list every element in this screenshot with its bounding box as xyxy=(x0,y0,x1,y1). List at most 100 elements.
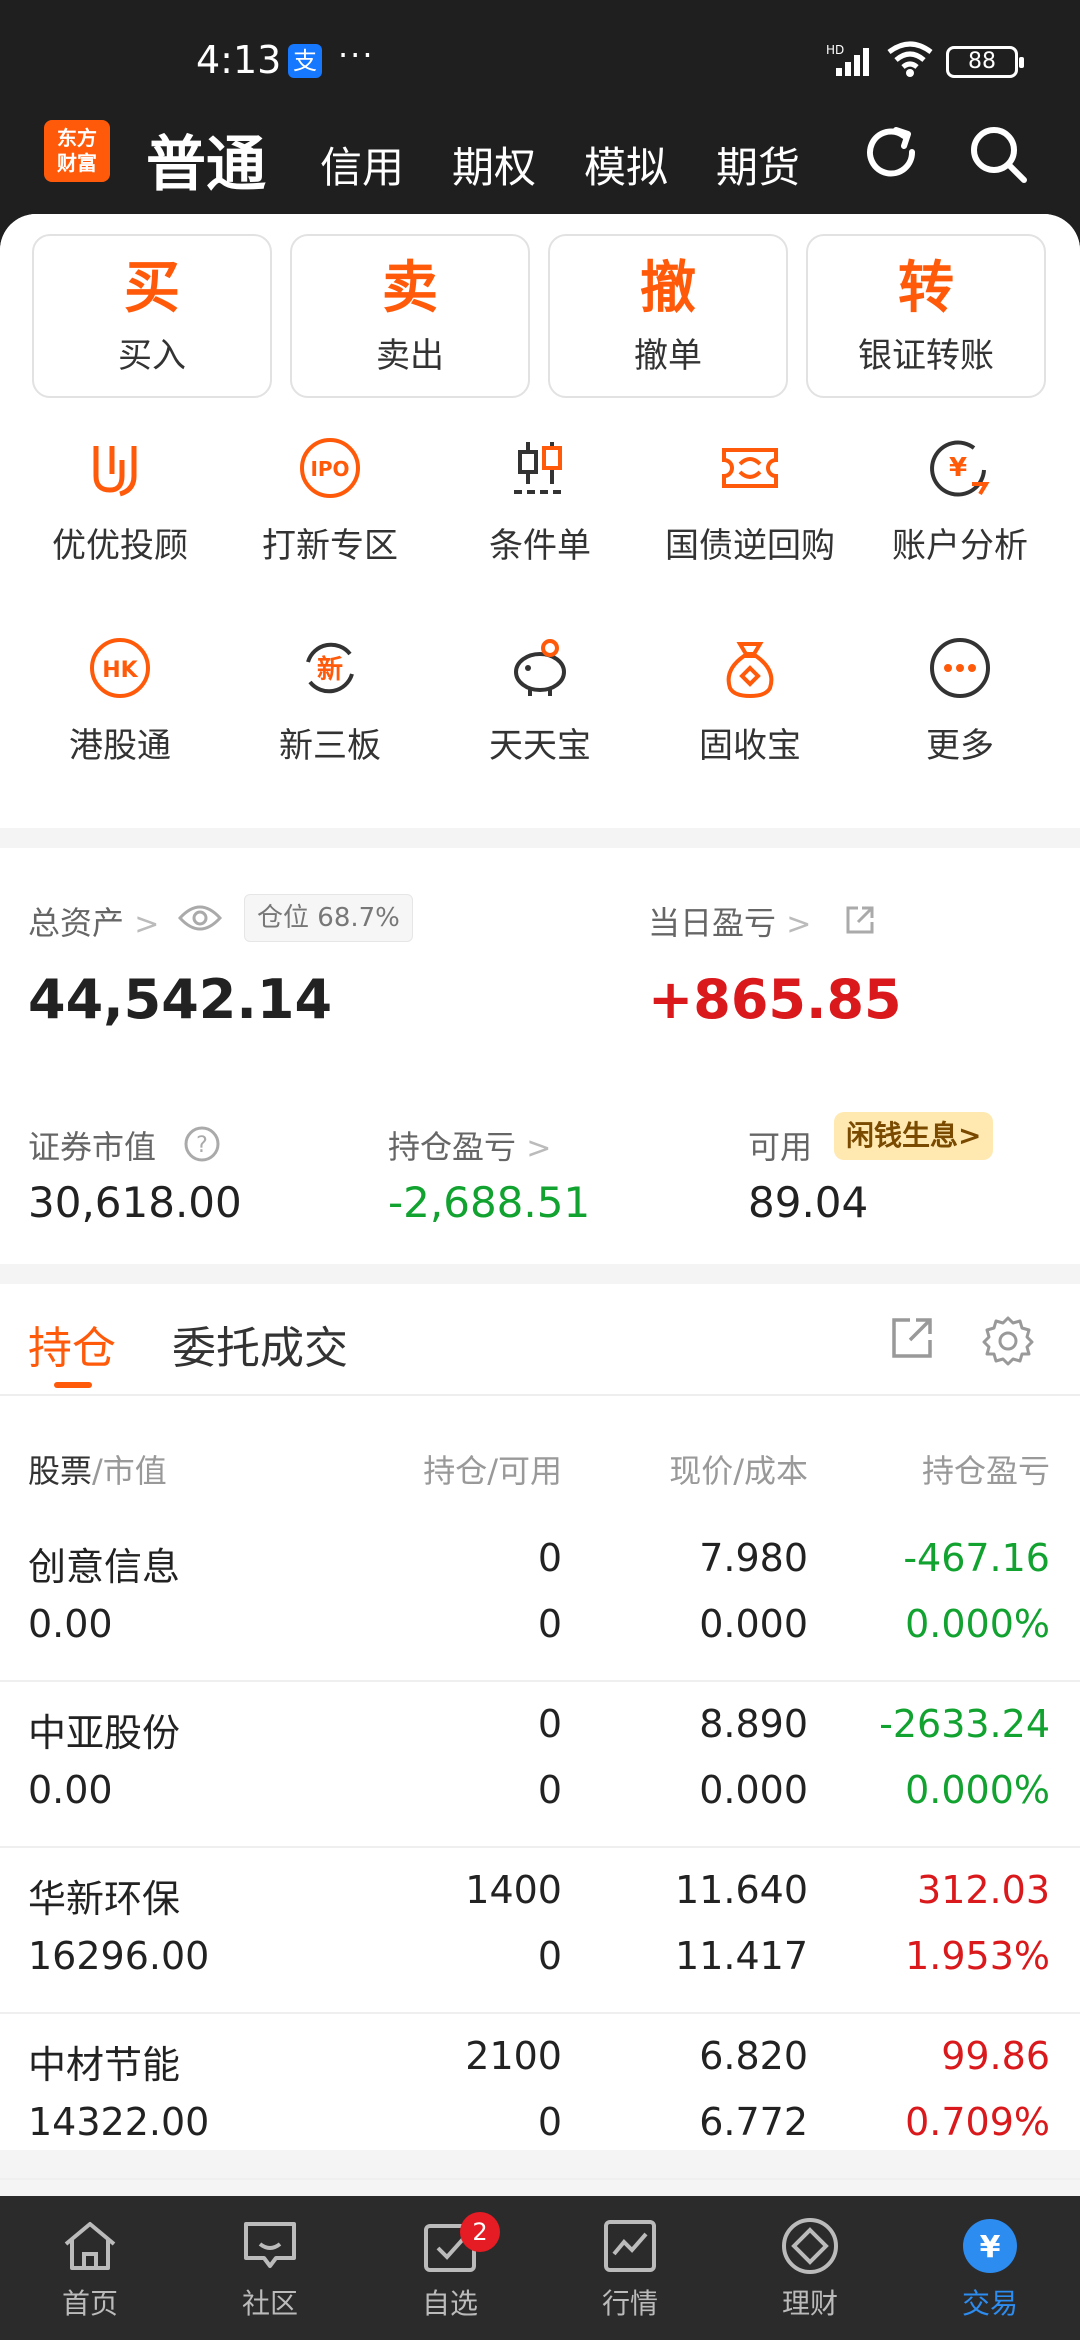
tab-label: 行情 xyxy=(601,2287,658,2320)
tool-new-third-board[interactable]: 新 新三板 xyxy=(230,636,430,767)
community-icon xyxy=(244,2222,296,2268)
hold-qty: 1400 xyxy=(465,1868,562,1912)
idle-money-button[interactable]: 闲钱生息> xyxy=(834,1112,994,1160)
yuan-analysis-icon: ¥ xyxy=(930,440,990,497)
refresh-icon[interactable] xyxy=(860,122,924,186)
current-price: 11.640 xyxy=(675,1868,808,1912)
stock-name: 中亚股份 xyxy=(28,1711,181,1755)
cost-price: 11.417 xyxy=(675,1934,808,1978)
tab-orders-trades[interactable]: 委托成交 xyxy=(172,1312,348,1376)
account-type-nav: 东方 财富 普通 信用 期权 模拟 期货 xyxy=(0,116,1080,216)
cancel-order-button[interactable]: 撤 撤单 xyxy=(548,234,788,398)
avail-qty: 0 xyxy=(537,2100,562,2144)
tab-watchlist[interactable]: 2 自选 xyxy=(360,2212,540,2322)
export-icon[interactable] xyxy=(888,1314,936,1362)
home-icon xyxy=(64,2222,116,2270)
position-ratio-badge: 仓位 68.7% xyxy=(244,894,413,942)
tab-options[interactable]: 期权 xyxy=(452,134,536,195)
quick-actions: 买 买入 卖 卖出 撤 撤单 转 银证转账 优优投顾 IPO 打新专区 条件单 … xyxy=(0,214,1080,828)
tab-trade[interactable]: ¥ 交易 xyxy=(900,2216,1080,2322)
table-row[interactable]: 创意信息 0.00 0 0 7.980 0.000 -467.16 0.000% xyxy=(0,1516,1080,1682)
new-board-icon: 新 xyxy=(306,642,354,694)
battery-indicator: 88 xyxy=(946,46,1024,78)
buy-button[interactable]: 买 买入 xyxy=(32,234,272,398)
bank-transfer-button[interactable]: 转 银证转账 xyxy=(806,234,1046,398)
tool-daily-treasure[interactable]: 天天宝 xyxy=(440,636,640,767)
asset-summary: 总资产 > 仓位 68.7% 当日盈亏 > 44,542.14 +865.85 … xyxy=(0,848,1080,1264)
alipay-icon: 支 xyxy=(288,44,322,78)
svg-text:¥: ¥ xyxy=(980,2230,1001,2265)
ipo-icon: IPO xyxy=(300,438,360,498)
tool-more[interactable]: 更多 xyxy=(860,636,1060,767)
table-row[interactable]: 华新环保 16296.00 1400 0 11.640 11.417 312.0… xyxy=(0,1848,1080,2014)
tool-hk-connect[interactable]: HK 港股通 xyxy=(20,636,220,767)
wealth-icon xyxy=(782,2218,838,2274)
available-label: 可用 xyxy=(748,1128,813,1166)
stock-name: 创意信息 xyxy=(28,1545,181,1589)
stock-market-value: 16296.00 xyxy=(28,1934,210,1978)
avail-qty: 0 xyxy=(537,1768,562,1812)
svg-text:新: 新 xyxy=(317,654,343,685)
share-icon[interactable] xyxy=(844,904,876,936)
trade-yuan-icon: ¥ xyxy=(963,2219,1017,2273)
sell-button[interactable]: 卖 卖出 xyxy=(290,234,530,398)
buy-label: 买入 xyxy=(118,336,186,376)
position-pl-percent: 0.000% xyxy=(905,1768,1050,1812)
help-icon[interactable]: ? xyxy=(182,1124,222,1164)
tool-ipo[interactable]: IPO 打新专区 xyxy=(230,436,430,567)
position-pl: -467.16 xyxy=(903,1536,1050,1580)
tab-community[interactable]: 社区 xyxy=(180,2216,360,2322)
table-row[interactable]: 中亚股份 0.00 0 0 8.890 0.000 -2633.24 0.000… xyxy=(0,1682,1080,1848)
svg-text:HD: HD xyxy=(826,43,844,57)
table-row[interactable]: 中材节能 14322.00 2100 0 6.820 6.772 99.86 0… xyxy=(0,2014,1080,2180)
tool-label: 优优投顾 xyxy=(52,526,188,566)
current-price: 6.820 xyxy=(699,2034,808,2078)
tool-repo[interactable]: 国债逆回购 xyxy=(650,436,850,567)
search-icon[interactable] xyxy=(966,122,1030,186)
daily-pl-value: +865.85 xyxy=(648,968,902,1031)
tool-label: 条件单 xyxy=(489,526,591,566)
tab-home[interactable]: 首页 xyxy=(0,2216,180,2322)
position-pl-percent: 1.953% xyxy=(905,1934,1050,1978)
daily-pl-link[interactable]: 当日盈亏 > xyxy=(648,898,811,944)
cost-price: 0.000 xyxy=(699,1768,808,1812)
avail-qty: 0 xyxy=(537,1934,562,1978)
col-header-stock: 股票/市值 xyxy=(28,1452,167,1490)
positions-panel: 持仓 委托成交 股票/市值 持仓/可用 现价/成本 持仓盈亏 创意信息 0.00… xyxy=(0,1284,1080,2180)
cost-price: 6.772 xyxy=(699,2100,808,2144)
tab-label: 自选 xyxy=(421,2287,478,2320)
col-header-quantity: 持仓/可用 xyxy=(423,1452,562,1490)
tool-label: 天天宝 xyxy=(489,726,591,766)
available-value: 89.04 xyxy=(748,1178,869,1227)
market-value: 30,618.00 xyxy=(28,1178,242,1227)
total-assets-link[interactable]: 总资产 > xyxy=(28,898,159,944)
status-bar: 4:13 支 ··· HD 88 xyxy=(0,0,1080,116)
settings-gear-icon[interactable] xyxy=(982,1314,1034,1366)
advisor-icon xyxy=(93,446,137,497)
stock-market-value: 0.00 xyxy=(28,1768,113,1812)
tab-futures[interactable]: 期货 xyxy=(716,134,800,195)
status-time: 4:13 xyxy=(196,38,282,82)
tool-fixed-income[interactable]: 固收宝 xyxy=(650,636,850,767)
svg-text:?: ? xyxy=(196,1133,208,1158)
tab-simulation[interactable]: 模拟 xyxy=(584,134,668,195)
tab-market[interactable]: 行情 xyxy=(540,2216,720,2322)
tab-wealth[interactable]: 理财 xyxy=(720,2216,900,2322)
tool-conditional-order[interactable]: 条件单 xyxy=(440,436,640,567)
eye-icon[interactable] xyxy=(178,902,222,934)
tool-label: 国债逆回购 xyxy=(665,526,835,566)
piggy-bank-icon xyxy=(514,639,566,696)
tool-label: 新三板 xyxy=(279,726,381,766)
tab-normal[interactable]: 普通 xyxy=(146,116,266,203)
tool-label: 固收宝 xyxy=(699,726,801,766)
sell-glyph: 卖 xyxy=(382,256,438,321)
transfer-label: 银证转账 xyxy=(858,336,994,376)
tab-credit[interactable]: 信用 xyxy=(320,134,404,195)
tool-advisor[interactable]: 优优投顾 xyxy=(20,436,220,567)
tool-label: 账户分析 xyxy=(892,526,1028,566)
tab-positions[interactable]: 持仓 xyxy=(28,1312,116,1376)
tool-label: 更多 xyxy=(926,726,994,766)
holding-pl-link[interactable]: 持仓盈亏 > xyxy=(388,1122,551,1168)
holding-pl-value: -2,688.51 xyxy=(388,1178,591,1227)
tool-account-analysis[interactable]: ¥ 账户分析 xyxy=(860,436,1060,567)
